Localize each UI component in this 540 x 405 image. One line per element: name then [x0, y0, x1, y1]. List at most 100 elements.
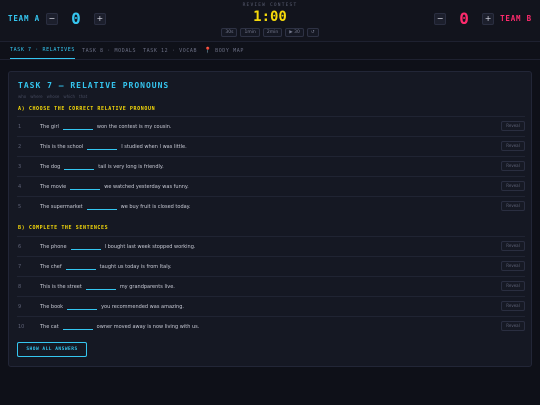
answer-blank[interactable]: [86, 204, 117, 210]
row-number: 6: [18, 244, 22, 250]
tab-task-7-relatives[interactable]: TASK 7 · RELATIVES: [10, 42, 75, 59]
answer-blank[interactable]: [70, 244, 101, 250]
team-b-name: TEAM B: [500, 14, 532, 23]
pronoun-word: where: [30, 94, 43, 99]
sentence-end: we watched yesterday was funny.: [104, 184, 189, 190]
pronoun-word: whose: [46, 94, 60, 99]
sentence-start: The chef: [40, 264, 62, 270]
sentence-end: you recommended was amazing.: [101, 304, 184, 310]
sentence-end: we buy fruit is closed today.: [120, 204, 191, 210]
sentence: The movie we watched yesterday was funny.: [40, 184, 189, 190]
timer-start-button[interactable]: ▶ 30: [285, 28, 304, 37]
exercise-row: 3 The dog tail is very long is friendly. …: [17, 156, 525, 176]
pronoun-word: that: [79, 94, 88, 99]
reveal-button[interactable]: Reveal: [501, 161, 525, 171]
answer-blank[interactable]: [62, 124, 93, 130]
exercise-row: 2 This is the school I studied when I was…: [17, 136, 525, 156]
reveal-button[interactable]: Reveal: [501, 321, 525, 331]
tab-label: TASK 8 · MODALS: [82, 47, 137, 54]
tab-task-8-modals[interactable]: TASK 8 · MODALS: [82, 42, 136, 59]
task-card: TASK 7 — RELATIVE PRONOUNS who where who…: [8, 71, 532, 367]
tab-body-map[interactable]: 📍 BODY MAP: [204, 42, 244, 59]
scoreboard-header: TEAM A − 0 + REVIEW CONTEST 1:00 30s 1mi…: [0, 0, 540, 42]
sentence-start: The movie: [40, 184, 67, 190]
row-number: 4: [18, 184, 22, 190]
tab-task-12-vocab[interactable]: TASK 12 · VOCAB: [143, 42, 197, 59]
row-number: 5: [18, 204, 22, 210]
sentence-end: tail is very long is friendly.: [98, 164, 164, 170]
answer-blank[interactable]: [65, 264, 96, 270]
exercise-row: 4 The movie we watched yesterday was funn…: [17, 176, 525, 196]
sentence-end: won the contest is my cousin.: [96, 124, 172, 130]
pronoun-word: which: [63, 94, 76, 99]
sentence-start: The dog: [40, 164, 61, 170]
sentence-end: owner moved away is now living with us.: [96, 324, 200, 330]
tab-label: BODY MAP: [215, 47, 244, 54]
show-all-answers-button[interactable]: SHOW ALL ANSWERS: [17, 342, 87, 357]
answer-blank[interactable]: [70, 184, 101, 190]
reveal-button[interactable]: Reveal: [501, 301, 525, 311]
tab-label: TASK 7 · RELATIVES: [10, 47, 75, 53]
sentence: This is the street my grandparents live.: [40, 284, 175, 290]
sentence-end: I bought last week stopped working.: [104, 244, 196, 250]
row-number: 3: [18, 164, 22, 170]
reveal-button[interactable]: Reveal: [501, 121, 525, 131]
timer-2min-button[interactable]: 2min: [262, 28, 283, 37]
sentence-end: my grandparents live.: [119, 284, 175, 290]
row-number: 2: [18, 144, 22, 150]
sentence: The supermarket we buy fruit is closed to…: [40, 204, 191, 210]
reveal-button[interactable]: Reveal: [501, 181, 525, 191]
sentence: This is the school I studied when I was l…: [40, 144, 187, 150]
sentence-start: This is the school: [40, 144, 84, 150]
exercise-row: 1 The girl won the contest is my cousin. …: [17, 116, 525, 136]
sentence-end: I studied when I was little.: [121, 144, 187, 150]
task-tabs: TASK 7 · RELATIVES TASK 8 · MODALS TASK …: [0, 42, 540, 60]
reveal-button[interactable]: Reveal: [501, 281, 525, 291]
answer-blank[interactable]: [67, 304, 98, 310]
exercise-row: 9 The book you recommended was amazing. R…: [17, 296, 525, 316]
team-b-plus-button[interactable]: +: [482, 12, 495, 25]
exercise-row: 6 The phone I bought last week stopped wo…: [17, 236, 525, 256]
sentence: The book you recommended was amazing.: [40, 304, 184, 310]
sentence: The dog tail is very long is friendly.: [40, 164, 164, 170]
row-number: 8: [18, 284, 22, 290]
answer-blank[interactable]: [64, 164, 95, 170]
sentence-end: taught us today is from Italy.: [99, 264, 172, 270]
sentence: The chef taught us today is from Italy.: [40, 264, 171, 270]
pin-icon: 📍: [204, 46, 213, 54]
sentence-start: The girl: [40, 124, 59, 130]
timer-30s-button[interactable]: 30s: [221, 28, 238, 37]
row-number: 1: [18, 124, 22, 130]
row-number: 7: [18, 264, 22, 270]
sentence-start: The phone: [40, 244, 67, 250]
sentence-start: The book: [40, 304, 64, 310]
reveal-button[interactable]: Reveal: [501, 141, 525, 151]
timer-1min-button[interactable]: 1min: [240, 28, 260, 37]
answer-blank[interactable]: [62, 324, 93, 330]
reveal-button[interactable]: Reveal: [501, 201, 525, 211]
timer-controls: 30s 1min 2min ▶ 30 ↺: [0, 28, 540, 37]
answer-blank[interactable]: [87, 144, 118, 150]
section-b-heading: B) COMPLETE THE SENTENCES: [18, 225, 109, 231]
sentence-start: The supermarket: [40, 204, 83, 210]
sentence-start: The cat: [40, 324, 59, 330]
row-number: 9: [18, 304, 22, 310]
team-b-minus-button[interactable]: −: [434, 12, 447, 25]
timer-reset-button[interactable]: ↺: [306, 28, 319, 37]
sentence: The phone I bought last week stopped work…: [40, 244, 195, 250]
exercise-row: 7 The chef taught us today is from Italy.…: [17, 256, 525, 276]
pronoun-word: who: [18, 94, 27, 99]
exercise-row: 8 This is the street my grandparents live…: [17, 276, 525, 296]
sentence-start: This is the street: [40, 284, 82, 290]
exercise-row: 5 The supermarket we buy fruit is closed …: [17, 196, 525, 216]
section-a-heading: A) CHOOSE THE CORRECT RELATIVE PRONOUN: [18, 106, 156, 112]
tab-label: TASK 12 · VOCAB: [143, 47, 198, 54]
team-b-panel: − 0 + TEAM B: [434, 9, 532, 28]
pronoun-list: who where whose which that: [18, 94, 87, 99]
row-number: 10: [18, 324, 25, 330]
reveal-button[interactable]: Reveal: [501, 241, 525, 251]
card-title: TASK 7 — RELATIVE PRONOUNS: [18, 81, 170, 90]
answer-blank[interactable]: [85, 284, 116, 290]
sentence: The girl won the contest is my cousin.: [40, 124, 172, 130]
reveal-button[interactable]: Reveal: [501, 261, 525, 271]
